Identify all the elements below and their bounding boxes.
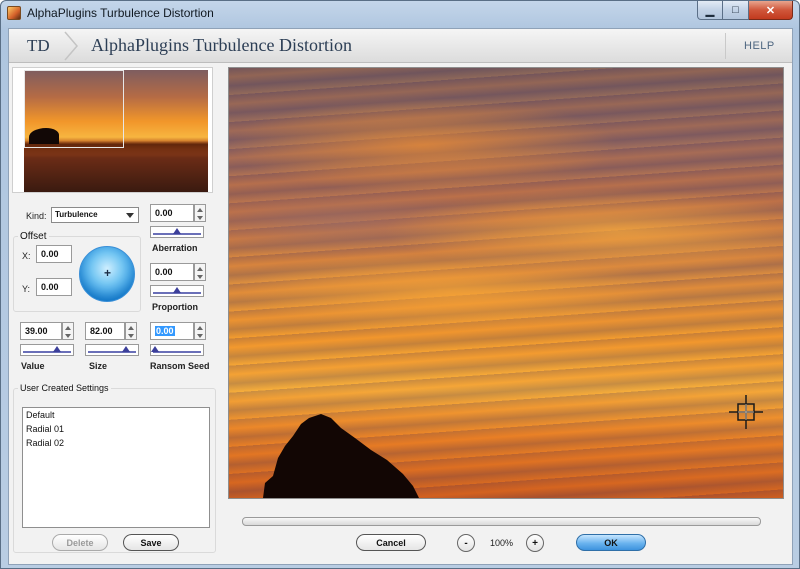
size-label: Size — [89, 361, 108, 371]
settings-list-item[interactable]: Radial 02 — [23, 436, 209, 450]
title-bar[interactable]: AlphaPlugins Turbulence Distortion ▁ □ ✕ — [1, 1, 799, 27]
spin-down-icon — [128, 334, 134, 338]
minimize-icon: ▁ — [705, 4, 715, 17]
plugin-client-area: TD AlphaPlugins Turbulence Distortion HE… — [8, 28, 793, 565]
aberration-spinner[interactable] — [194, 204, 206, 222]
seed-label: Ransom Seed — [150, 361, 210, 371]
offset-joystick[interactable]: + — [79, 246, 135, 302]
spin-down-icon — [65, 334, 71, 338]
save-button[interactable]: Save — [123, 534, 179, 551]
spin-down-icon — [197, 216, 203, 220]
value-label: Value — [21, 361, 45, 371]
slider-thumb[interactable] — [173, 287, 181, 293]
close-button[interactable]: ✕ — [749, 1, 793, 20]
zoom-in-button[interactable]: + — [526, 534, 544, 552]
slider-track — [23, 351, 71, 353]
chevron-down-icon — [126, 213, 134, 218]
logo-text: TD — [27, 36, 50, 55]
header-banner: TD AlphaPlugins Turbulence Distortion HE… — [9, 29, 792, 63]
slider-thumb[interactable] — [122, 346, 131, 352]
proportion-spinner[interactable] — [194, 263, 206, 281]
banner-divider — [725, 33, 726, 59]
spin-up-icon — [65, 326, 71, 330]
seed-input[interactable]: 0.00 — [150, 322, 194, 340]
settings-list-item[interactable]: Default — [23, 408, 209, 422]
thumbnail-image — [24, 70, 208, 192]
preview-canvas[interactable] — [228, 67, 784, 499]
proportion-label: Proportion — [152, 302, 198, 312]
seed-spinner[interactable] — [194, 322, 206, 340]
window-title: AlphaPlugins Turbulence Distortion — [27, 6, 214, 20]
plugin-window: AlphaPlugins Turbulence Distortion ▁ □ ✕… — [0, 0, 800, 569]
size-input[interactable]: 82.00 — [85, 322, 125, 340]
maximize-button[interactable]: □ — [723, 1, 749, 20]
size-slider[interactable] — [85, 344, 139, 356]
y-label: Y: — [22, 284, 31, 294]
aberration-input[interactable]: 0.00 — [150, 204, 194, 222]
ok-button[interactable]: OK — [576, 534, 646, 551]
rock-silhouette — [263, 414, 419, 498]
seed-value: 0.00 — [155, 326, 175, 336]
app-icon — [7, 6, 21, 20]
progress-bar — [242, 517, 761, 526]
kind-label: Kind: — [26, 211, 47, 221]
spin-up-icon — [197, 267, 203, 271]
proportion-slider[interactable] — [150, 285, 204, 297]
kind-value: Turbulence — [55, 210, 98, 219]
offset-x-input[interactable]: 0.00 — [36, 245, 72, 263]
close-icon: ✕ — [765, 4, 776, 17]
viewport-rectangle[interactable] — [24, 70, 124, 148]
spin-up-icon — [128, 326, 134, 330]
aberration-label: Aberration — [152, 243, 198, 253]
caption-buttons: ▁ □ ✕ — [697, 1, 793, 20]
banner-title: AlphaPlugins Turbulence Distortion — [91, 35, 353, 55]
slider-thumb[interactable] — [151, 346, 159, 352]
minimize-button[interactable]: ▁ — [697, 1, 723, 20]
navigator-thumbnail[interactable] — [12, 67, 213, 193]
help-link[interactable]: HELP — [744, 40, 775, 52]
delete-button[interactable]: Delete — [52, 534, 108, 551]
aberration-slider[interactable] — [150, 226, 204, 238]
zoom-out-button[interactable]: - — [457, 534, 475, 552]
seed-slider[interactable] — [150, 344, 204, 356]
x-label: X: — [22, 251, 31, 261]
value-spinner[interactable] — [62, 322, 74, 340]
spin-up-icon — [197, 326, 203, 330]
size-spinner[interactable] — [125, 322, 137, 340]
settings-list[interactable]: Default Radial 01 Radial 02 — [22, 407, 210, 528]
slider-thumb[interactable] — [52, 346, 61, 352]
value-input[interactable]: 39.00 — [20, 322, 62, 340]
chevron-right-icon — [64, 31, 78, 61]
maximize-icon: □ — [732, 4, 739, 16]
cancel-button[interactable]: Cancel — [356, 534, 426, 551]
spin-down-icon — [197, 275, 203, 279]
offset-y-input[interactable]: 0.00 — [36, 278, 72, 296]
crosshair-icon — [729, 395, 763, 429]
zoom-level: 100% — [490, 538, 514, 548]
spin-down-icon — [197, 334, 203, 338]
plus-icon: + — [104, 266, 112, 280]
settings-list-item[interactable]: Radial 01 — [23, 422, 209, 436]
kind-dropdown[interactable]: Turbulence — [51, 207, 139, 223]
slider-track — [153, 351, 201, 353]
proportion-input[interactable]: 0.00 — [150, 263, 194, 281]
slider-thumb[interactable] — [173, 228, 181, 234]
value-slider[interactable] — [20, 344, 74, 356]
spin-up-icon — [197, 208, 203, 212]
offset-label: Offset — [18, 231, 49, 242]
user-settings-title: User Created Settings — [18, 383, 111, 393]
